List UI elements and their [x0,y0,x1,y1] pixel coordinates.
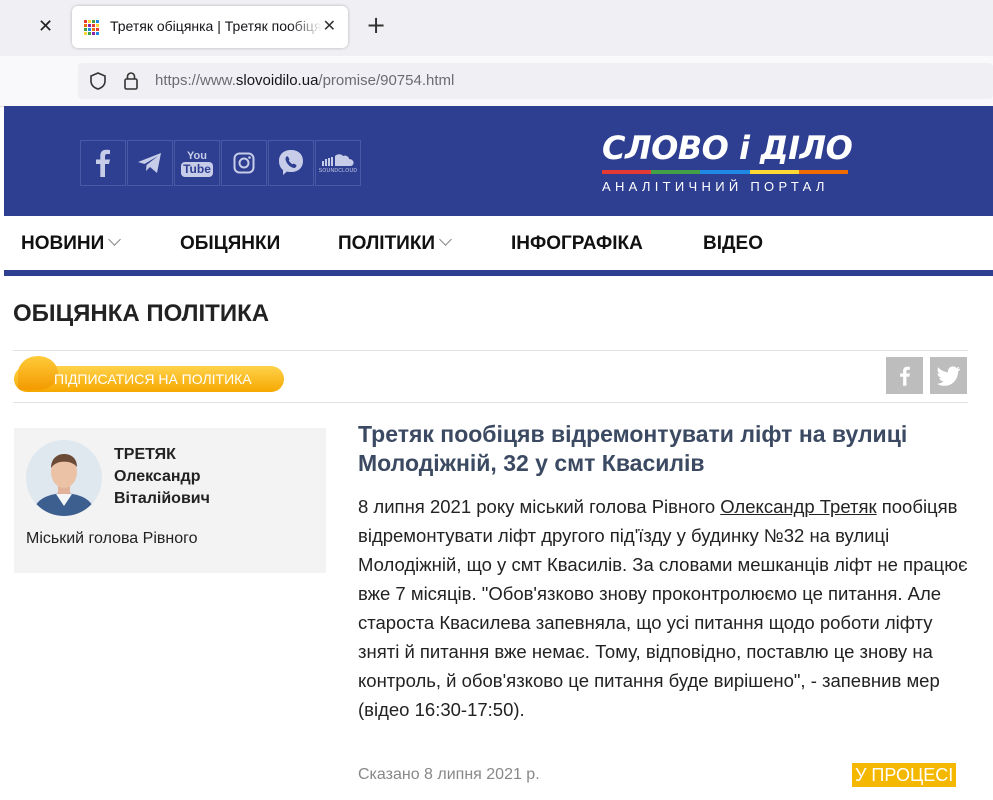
logo-subtitle: АНАЛІТИЧНИЙ ПОРТАЛ [602,179,829,194]
browser-tab-active[interactable]: Третяк обіцянка | Третяк пообіцяв відрем… [72,6,348,48]
site-header: You Tube SOUNDCLOUD СЛОВО і ДІЛО АНАЛІТИ… [4,106,993,216]
soundcloud-label: SOUNDCLOUD [318,168,358,174]
viber-icon[interactable] [268,140,314,186]
chevron-down-icon [439,233,452,246]
share-twitter-button[interactable] [930,357,967,394]
politician-patronymic: Віталійович [114,490,210,507]
soundcloud-icon[interactable]: SOUNDCLOUD [315,140,361,186]
said-date: Сказано 8 липня 2021 р. [358,766,540,783]
browser-tab-bar: ✕ Третяк обіцянка | Третяк пообіцяв відр… [0,0,993,56]
social-links: You Tube SOUNDCLOUD [80,140,362,186]
main-nav: НОВИНИ ОБІЦЯНКИ ПОЛІТИКИ ІНФОГРАФІКА ВІД… [4,216,993,276]
nav-item-label: ІНФОГРАФІКА [511,233,643,254]
divider [13,350,968,351]
status-badge: У ПРОЦЕСІ [852,763,957,787]
url-domain: slovoidilo.ua [235,72,319,89]
nav-item-infographics[interactable]: ІНФОГРАФІКА [511,233,643,255]
subscribe-label: ПІДПИСАТИСЯ НА ПОЛІТИКА [54,371,252,387]
new-tab-icon[interactable]: + [366,13,386,37]
nav-item-politicians[interactable]: ПОЛІТИКИ [338,233,452,255]
address-bar[interactable]: https://www.slovoidilo.ua/promise/90754.… [78,63,993,99]
article-headline: Третяк пообіцяв відремонтувати ліфт на в… [358,421,908,476]
nav-item-label: ОБІЦЯНКИ [180,233,281,254]
url-text[interactable]: https://www.slovoidilo.ua/promise/90754.… [155,72,454,89]
page-title: ОБІЦЯНКА ПОЛІТИКА [13,300,270,327]
instagram-icon[interactable] [221,140,267,186]
nav-item-label: НОВИНИ [21,233,105,254]
nav-item-video[interactable]: ВІДЕО [703,233,763,255]
logo-color-strip [602,170,849,174]
nav-item-promises[interactable]: ОБІЦЯНКИ [180,233,280,255]
nav-item-news[interactable]: НОВИНИ [21,233,122,255]
body-text-rest: пообіцяв відремонтувати ліфт другого під… [358,496,968,720]
lock-icon[interactable] [122,71,140,91]
politician-link[interactable]: Олександр Третяк [720,496,876,517]
url-prefix: https://www. [155,72,236,89]
divider [13,402,968,403]
youtube-label-bottom: Tube [181,161,213,177]
politician-card[interactable]: ТРЕТЯК Олександр Віталійович Міський гол… [14,428,326,573]
politician-first-name: Олександр [114,468,201,485]
browser-toolbar: https://www.slovoidilo.ua/promise/90754.… [0,56,993,107]
logo-text: СЛОВО і ДІЛО [602,129,853,167]
subscribe-button[interactable]: ПІДПИСАТИСЯ НА ПОЛІТИКА [14,356,284,394]
nav-item-label: ВІДЕО [703,233,763,254]
article-body: 8 липня 2021 року міський голова Рівного… [358,492,970,724]
tab-title: Третяк обіцянка | Третяк пообіцяв відрем… [110,18,322,34]
facebook-icon[interactable] [80,140,126,186]
chevron-down-icon [108,233,122,246]
politician-role: Міський голова Рівного [26,530,198,547]
site-logo[interactable]: СЛОВО і ДІЛО АНАЛІТИЧНИЙ ПОРТАЛ [602,130,854,194]
bell-badge-icon [18,356,58,390]
telegram-icon[interactable] [127,140,173,186]
nav-item-label: ПОЛІТИКИ [338,233,436,254]
facebook-icon [899,366,910,386]
twitter-icon [936,365,960,386]
youtube-icon[interactable]: You Tube [174,140,220,186]
site-favicon-icon [84,20,100,36]
politician-name[interactable]: ТРЕТЯК Олександр Віталійович [114,444,314,510]
youtube-label-top: You [187,149,207,162]
url-path: /promise/90754.html [318,72,455,89]
close-icon[interactable]: ✕ [38,16,53,37]
avatar[interactable] [26,440,102,516]
shield-icon[interactable] [88,71,108,91]
body-text-start: 8 липня 2021 року міський голова Рівного [358,496,721,517]
politician-surname: ТРЕТЯК [114,446,176,463]
tab-close-icon[interactable]: ✕ [323,16,336,35]
share-facebook-button[interactable] [886,357,923,394]
